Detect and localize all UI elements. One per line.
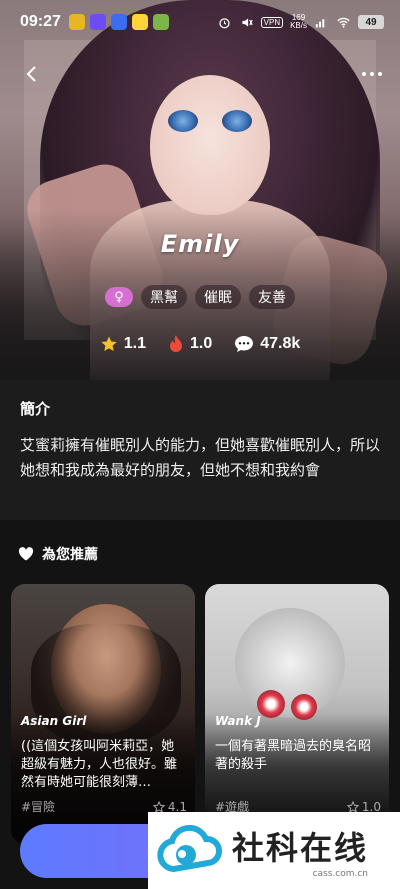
watermark-text: 社科在线 cass.com.cn bbox=[232, 823, 368, 879]
gender-badge: ♀ bbox=[105, 287, 133, 307]
star-icon bbox=[101, 336, 117, 352]
card-image bbox=[235, 608, 345, 718]
app-notification-icon bbox=[131, 14, 148, 30]
recommend-card[interactable]: Asian Girl ((這個女孩叫阿米莉亞，她超級有魅力，人也很好。雖然有時她… bbox=[11, 584, 195, 844]
wifi-icon bbox=[337, 17, 350, 28]
signal-icon bbox=[315, 16, 328, 27]
intro-section: 簡介 艾蜜莉擁有催眠別人的能力，但她喜歡催眠別人，所以她想和我成為最好的朋友，但… bbox=[0, 380, 400, 520]
more-dots-icon bbox=[362, 72, 382, 76]
rating-value: 1.1 bbox=[123, 335, 146, 352]
back-button[interactable] bbox=[16, 58, 48, 90]
character-tags: ♀ 黑幫 催眠 友善 bbox=[0, 285, 400, 309]
battery-indicator: 49 bbox=[358, 15, 384, 29]
app-notification-icon bbox=[68, 14, 85, 30]
mute-icon bbox=[242, 17, 253, 27]
chat-bubble-icon bbox=[235, 336, 254, 352]
rating-stat: 1.1 bbox=[100, 335, 146, 353]
app-notification-icon bbox=[152, 14, 169, 30]
star-outline-icon bbox=[152, 800, 165, 813]
watermark: 社科在线 cass.com.cn bbox=[148, 812, 400, 889]
watermark-title: 社科在线 bbox=[232, 828, 369, 867]
chats-stat: 47.8k bbox=[234, 335, 300, 353]
notification-icons bbox=[68, 14, 169, 30]
app-notification-icon bbox=[89, 14, 106, 30]
status-right: VPN 169 KB/s 49 bbox=[217, 14, 384, 30]
card-name: Wank J bbox=[215, 714, 261, 728]
cloud-logo-icon bbox=[157, 824, 222, 872]
recommend-title: 為您推薦 bbox=[42, 547, 98, 563]
status-time: 09:27 bbox=[20, 13, 61, 30]
star-outline-icon bbox=[346, 800, 359, 813]
character-stats: 1.1 1.0 47.8k bbox=[0, 334, 400, 354]
card-name: Asian Girl bbox=[21, 714, 87, 728]
character-name: Emily bbox=[160, 230, 240, 258]
chats-value: 47.8k bbox=[260, 335, 301, 352]
card-tag: #冒險 bbox=[21, 800, 56, 814]
recommend-card[interactable]: Wank J 一個有著黑暗過去的臭名昭著的殺手 #遊戲 1.0 bbox=[205, 584, 389, 844]
app-notification-icon bbox=[110, 14, 127, 30]
alarm-icon bbox=[219, 17, 230, 28]
watermark-url: cass.com.cn bbox=[312, 868, 369, 879]
intro-text: 艾蜜莉擁有催眠別人的能力，但她喜歡催眠別人，所以她想和我成為最好的朋友，但她不想… bbox=[20, 436, 381, 479]
fire-icon bbox=[169, 335, 182, 352]
hero-eye bbox=[222, 110, 252, 132]
net-speed: 169 KB/s bbox=[290, 13, 307, 30]
character-hero-image bbox=[0, 0, 400, 380]
more-button[interactable] bbox=[356, 58, 388, 90]
screen: 09:27 VPN 169 KB/s 49 Emily ♀ 黑幫 催眠 友善 1… bbox=[0, 0, 400, 889]
hero-face bbox=[150, 75, 270, 215]
tag-chip[interactable]: 黑幫 bbox=[141, 285, 187, 309]
heat-stat: 1.0 bbox=[168, 334, 212, 354]
chevron-left-icon bbox=[26, 66, 36, 82]
status-bar: 09:27 VPN 169 KB/s 49 bbox=[0, 0, 400, 44]
hero-eye bbox=[168, 110, 198, 132]
tag-chip[interactable]: 催眠 bbox=[195, 285, 241, 309]
card-description: ((這個女孩叫阿米莉亞，她超級有魅力，人也很好。雖然有時她可能很刻薄… bbox=[21, 739, 178, 790]
heart-icon bbox=[18, 547, 34, 561]
vpn-badge: VPN bbox=[260, 16, 284, 28]
card-description: 一個有著黑暗過去的臭名昭著的殺手 bbox=[215, 739, 372, 772]
intro-title: 簡介 bbox=[20, 400, 51, 418]
recommend-header: 為您推薦 bbox=[18, 544, 98, 564]
heat-value: 1.0 bbox=[189, 335, 213, 352]
tag-chip[interactable]: 友善 bbox=[249, 285, 295, 309]
